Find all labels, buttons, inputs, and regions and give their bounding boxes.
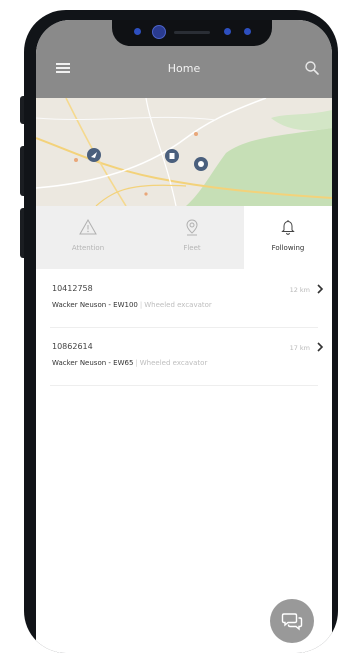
- list-item[interactable]: 10412758 Wacker Neuson - EW100 | Wheeled e…: [36, 270, 332, 328]
- tab-bar: Attention Fleet Following: [36, 206, 332, 269]
- phone-screen: Home Attention Fleet Following 10412758 …: [36, 20, 332, 653]
- chat-icon: [281, 613, 303, 631]
- bell-icon: [281, 220, 295, 235]
- machine-type: Wheeled excavator: [139, 359, 208, 367]
- machine-distance: 17 km: [289, 344, 310, 352]
- machine-model: Wacker Neuson - EW65: [52, 359, 134, 367]
- tab-label: Attention: [71, 244, 105, 252]
- machine-type: Wheeled excavator: [144, 301, 212, 309]
- fuel-marker[interactable]: [165, 149, 179, 163]
- camera-lens: [152, 25, 166, 39]
- sensor-dot: [134, 28, 141, 35]
- tab-label: Fleet: [183, 244, 201, 252]
- tab-attention[interactable]: Attention: [36, 206, 140, 269]
- map-canvas: [36, 98, 332, 206]
- machine-id: 10862614: [52, 342, 93, 351]
- tab-following[interactable]: Following: [244, 206, 332, 269]
- location-pin-icon: [186, 219, 198, 236]
- following-list: 10412758 Wacker Neuson - EW100 | Wheeled e…: [36, 270, 332, 386]
- list-item[interactable]: 10862614 Wacker Neuson - EW65 | Wheeled ex…: [36, 328, 332, 386]
- chevron-right-icon: [317, 342, 324, 352]
- phone-notch: [112, 20, 272, 46]
- search-icon[interactable]: [304, 60, 320, 76]
- machine-distance: 12 km: [289, 286, 310, 294]
- navigation-marker[interactable]: [87, 148, 101, 162]
- phone-frame: Home Attention Fleet Following 10412758 …: [24, 10, 338, 653]
- row-divider: [50, 385, 318, 386]
- machine-description: Wacker Neuson - EW65 | Wheeled excavator: [52, 359, 208, 367]
- machine-model: Wacker Neuson - EW100: [52, 301, 138, 309]
- chevron-right-icon: [317, 284, 324, 294]
- chat-button[interactable]: [270, 599, 314, 643]
- tab-fleet[interactable]: Fleet: [140, 206, 244, 269]
- speaker-grille: [174, 31, 210, 34]
- machine-description: Wacker Neuson - EW100 | Wheeled excavator: [52, 301, 212, 309]
- sensor-dot: [244, 28, 251, 35]
- tab-label: Following: [271, 244, 305, 252]
- map-view[interactable]: [36, 98, 332, 206]
- sensor-dot: [224, 28, 231, 35]
- page-title: Home: [167, 62, 201, 75]
- location-marker[interactable]: [194, 157, 208, 171]
- warning-icon: [79, 218, 97, 235]
- machine-id: 10412758: [52, 284, 93, 293]
